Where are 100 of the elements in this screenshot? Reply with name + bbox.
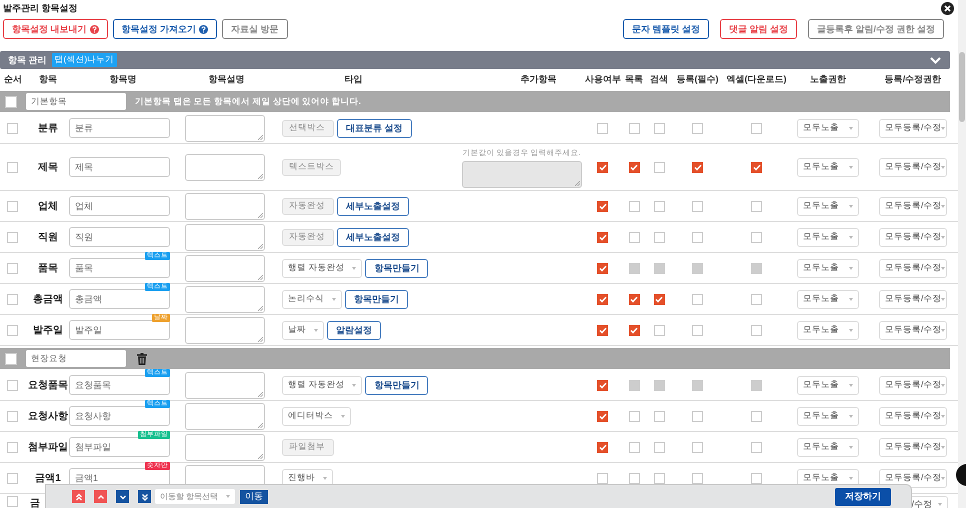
type-dropdown[interactable]: 행렬 자동완성 [282,376,362,394]
move-bottom-button[interactable] [138,490,151,503]
type-setting-button[interactable]: 항목만들기 [365,258,428,278]
move-button[interactable]: 이동 [240,490,268,504]
dropdown[interactable]: 모두노출 [797,196,859,216]
option-checkbox[interactable] [751,162,762,172]
description-field[interactable] [185,224,265,250]
option-checkbox[interactable] [751,294,762,304]
row-checkbox[interactable] [7,496,18,507]
type-setting-button[interactable]: 대표분류 설정 [337,118,412,138]
option-checkbox[interactable] [654,294,664,304]
dropdown[interactable]: 모두등록/수정 [879,406,947,426]
resize-grip-icon[interactable] [258,274,263,280]
option-checkbox[interactable] [597,324,608,336]
section-name-field[interactable]: 기본항목 [26,93,126,110]
scrollbar-thumb[interactable] [959,52,965,122]
resize-grip-icon[interactable] [258,212,263,218]
option-checkbox[interactable] [597,380,608,390]
row-checkbox[interactable] [7,410,18,422]
option-checkbox[interactable] [751,200,762,212]
resize-grip-icon[interactable] [258,174,263,178]
option-checkbox[interactable] [692,122,703,134]
dropdown[interactable]: 모두노출 [797,290,859,308]
dropdown[interactable]: 모두등록/수정 [879,228,947,246]
option-checkbox[interactable] [597,294,608,304]
resize-grip-icon[interactable] [258,392,263,396]
option-checkbox[interactable] [628,324,640,336]
option-checkbox[interactable] [692,294,703,304]
description-field[interactable] [185,154,265,180]
option-checkbox[interactable] [628,232,640,242]
option-checkbox[interactable] [597,472,608,484]
type-setting-button[interactable]: 항목만들기 [345,290,408,308]
description-field[interactable] [185,316,265,344]
item-name-field[interactable]: 제목 [69,157,170,177]
dropdown[interactable]: 모두등록/수정 [879,376,947,394]
type-dropdown[interactable]: 날짜 [282,320,324,340]
type-setting-button[interactable]: 항목만들기 [365,376,428,394]
option-checkbox[interactable] [597,122,608,134]
option-checkbox[interactable] [654,162,664,172]
option-checkbox[interactable] [692,324,703,336]
option-checkbox[interactable] [628,162,640,172]
dropdown[interactable]: 모두노출 [797,118,859,138]
option-checkbox[interactable] [654,232,664,242]
option-checkbox[interactable] [654,442,664,452]
dropdown[interactable]: 모두등록/수정 [879,196,947,216]
save-button[interactable]: 저장하기 [835,488,891,506]
description-field[interactable] [185,434,265,460]
resize-grip-icon[interactable] [258,244,263,248]
move-target-dropdown[interactable]: 이동할 항목선택 [155,489,236,504]
option-checkbox[interactable] [628,410,640,422]
dropdown[interactable]: 모두노출 [797,258,859,278]
item-name-field[interactable]: 업체 [69,196,170,216]
row-checkbox[interactable] [7,380,18,390]
row-checkbox[interactable] [7,442,18,452]
dropdown[interactable]: 모두등록/수정 [879,438,947,456]
resize-grip-icon[interactable] [258,336,263,342]
row-checkbox[interactable] [7,162,18,172]
description-field[interactable] [185,286,265,312]
dropdown[interactable]: 모두노출 [797,406,859,426]
item-name-field[interactable]: 분류 [69,118,170,138]
option-checkbox[interactable] [692,442,703,452]
option-checkbox[interactable] [628,472,640,484]
resize-grip-icon[interactable] [574,181,580,186]
dropdown[interactable]: 모두노출 [797,376,859,394]
dropdown[interactable]: 모두등록/수정 [879,258,947,278]
description-field[interactable] [185,372,265,398]
dropdown[interactable]: 모두등록/수정 [879,290,947,308]
option-checkbox[interactable] [751,410,762,422]
option-checkbox[interactable] [597,262,608,274]
type-setting-button[interactable]: 세부노출설정 [337,228,409,246]
option-checkbox[interactable] [692,200,703,212]
description-field[interactable] [185,254,265,282]
option-checkbox[interactable] [597,442,608,452]
option-checkbox[interactable] [692,232,703,242]
move-top-button[interactable] [72,490,85,503]
toolbar-button[interactable]: 글등록후 알림/수정 권한 설정 [808,19,944,39]
description-field[interactable] [185,402,265,430]
option-checkbox[interactable] [654,122,664,134]
option-checkbox[interactable] [654,472,664,484]
row-checkbox[interactable] [7,324,18,336]
type-dropdown[interactable]: 행렬 자동완성 [282,258,362,278]
type-setting-button[interactable]: 세부노출설정 [337,196,409,216]
description-field[interactable] [185,192,265,220]
option-checkbox[interactable] [597,410,608,422]
resize-grip-icon[interactable] [258,454,263,458]
trash-icon[interactable] [137,352,147,364]
dropdown[interactable]: 모두등록/수정 [879,158,947,176]
row-checkbox[interactable] [7,232,18,242]
description-field[interactable] [185,114,265,142]
item-name-field[interactable]: 직원 [69,227,170,247]
option-checkbox[interactable] [751,232,762,242]
row-checkbox[interactable] [5,352,17,364]
row-checkbox[interactable] [5,96,17,108]
dropdown[interactable]: 모두등록/수정 [879,118,947,138]
option-checkbox[interactable] [654,410,664,422]
toolbar-button[interactable]: 항목설정 가져오기 [112,19,218,39]
section-name-field[interactable]: 현장요청 [26,350,126,367]
close-icon[interactable] [941,2,954,14]
toolbar-button[interactable]: 문자 템플릿 설정 [622,19,709,39]
type-dropdown[interactable]: 논리수식 [282,290,342,308]
